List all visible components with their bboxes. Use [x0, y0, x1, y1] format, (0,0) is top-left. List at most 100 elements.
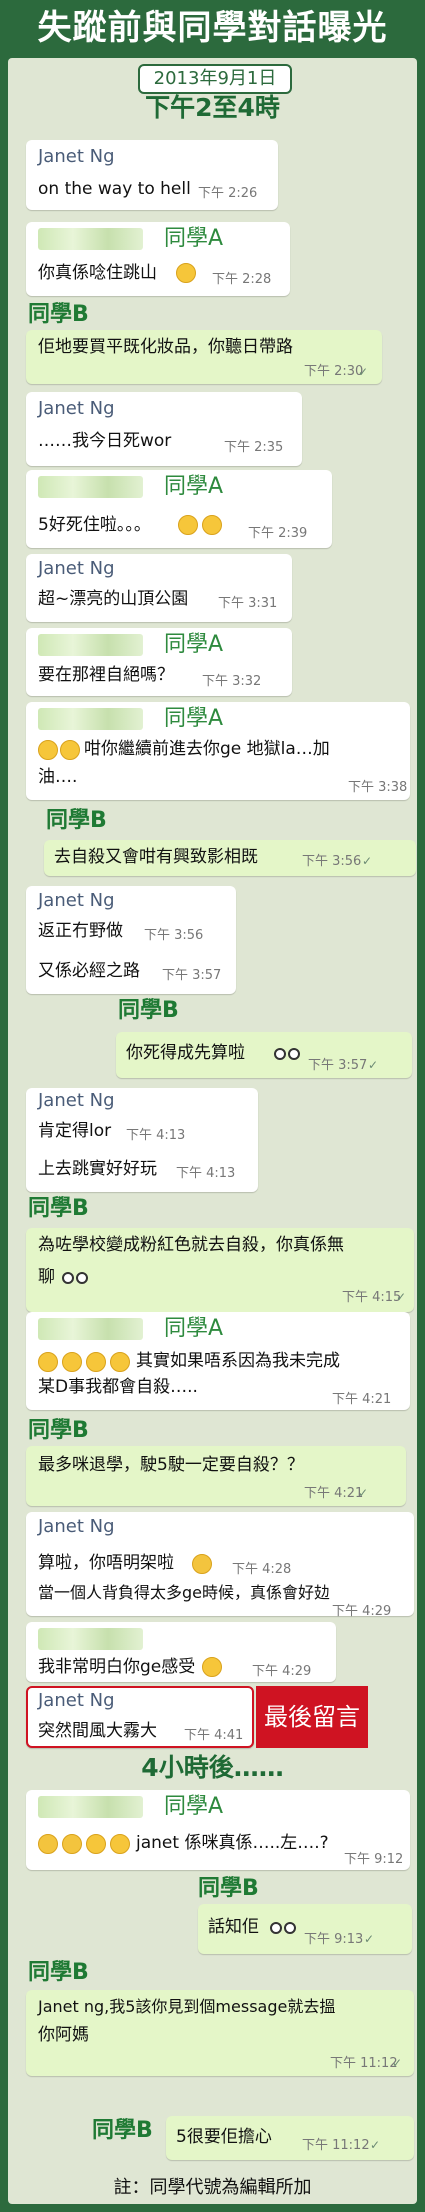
message-text: 超~漂亮的山頂公園 [38, 589, 189, 609]
message-text: 要在那裡自絕嗎？ [38, 665, 174, 685]
message-text: 我非常明白你ge感受 [38, 1657, 196, 1677]
message-bubble: Janet Ng 肯定得lor 下午 4:13 上去跳實好好玩 下午 4:13 [26, 1088, 258, 1192]
message-time: 下午 3:31 [218, 596, 278, 611]
blurred-name [38, 476, 143, 498]
eyes-icon [76, 1272, 88, 1284]
eyes-icon [284, 1922, 296, 1934]
sweat-face-icon [60, 740, 80, 760]
header-bar: 失蹤前與同學對話曝光 [0, 0, 425, 62]
message-time: 下午 3:56 [302, 854, 362, 869]
message-time: 下午 2:39 [248, 526, 308, 541]
message-time: 下午 4:29 [252, 1664, 312, 1679]
news-graphic: 失蹤前與同學對話曝光 2013年9月1日 下午2至4時 Janet Ng on … [0, 0, 425, 2212]
message-text: 算啦，你唔明架啦 [38, 1553, 174, 1573]
message-time: 下午 2:35 [224, 440, 284, 455]
page-title: 失蹤前與同學對話曝光 [37, 8, 388, 48]
message-time: 下午 3:32 [202, 674, 262, 689]
later-banner: 4小時後…… [141, 1753, 284, 1782]
read-check-icon: ✓ [392, 2056, 403, 2070]
read-check-icon: ✓ [362, 854, 373, 868]
message-bubble: Janet Ng 超~漂亮的山頂公園 下午 3:31 [26, 554, 292, 622]
message-bubble: Janet Ng 返正冇野做 下午 3:56 又係必經之路 下午 3:57 [26, 886, 236, 994]
sender-name: 同學B [92, 2118, 153, 2143]
blurred-name [38, 228, 143, 250]
message-time: 下午 2:30 [304, 364, 364, 379]
message-bubble: 同學A 其實如果唔系因為我未完成 某D事我都會自殺….. 下午 4:21 [26, 1312, 410, 1410]
last-message-callout: 最後留言 [256, 1686, 368, 1748]
last-message-bubble: Janet Ng 突然間風大霧大 下午 4:41 [26, 1686, 254, 1748]
message-time: 下午 4:21 [332, 1392, 392, 1407]
sender-name: 同學A [164, 474, 224, 499]
sweat-face-icon [86, 1834, 106, 1854]
message-bubble: Janet Ng ……我今日死wor 下午 2:35 [26, 392, 302, 466]
message-bubble: 最多咪退學，駛5駛一定要自殺？？ 下午 4:21 ✓ [26, 1446, 406, 1506]
message-time: 下午 11:12 [330, 2056, 398, 2071]
message-text: 去自殺又會咁有興致影相既 [54, 847, 258, 867]
message-bubble: 5很要佢擔心 下午 11:12 ✓ [166, 2116, 414, 2160]
message-text: 5好死住啦。。。 [38, 515, 151, 535]
eyes-icon [274, 1048, 286, 1060]
sender-name: 同學B [28, 1418, 89, 1443]
eyes-icon [288, 1048, 300, 1060]
sender-name: 同學B [46, 808, 107, 833]
sender-name: 同學A [164, 1316, 224, 1341]
blurred-name [38, 1796, 143, 1818]
message-text: 突然間風大霧大 [38, 1721, 157, 1741]
sweat-face-icon [178, 515, 198, 535]
sweat-face-icon [86, 1352, 106, 1372]
message-text: 你真係唸住跳山 [38, 263, 157, 283]
message-bubble: 同學A 咁你繼續前進去你ge 地獄la…加 油…. 下午 3:38 [26, 702, 410, 800]
message-text: 佢地要買平既化妝品，你聽日帶路 [38, 337, 293, 357]
message-text: 某D事我都會自殺….. [38, 1377, 198, 1397]
message-text: 上去跳實好好玩 [38, 1159, 157, 1179]
message-text: ……我今日死wor [38, 431, 172, 451]
message-bubble: 你死得成先算啦 下午 3:57 ✓ [116, 1032, 412, 1078]
message-time: 下午 3:38 [348, 780, 408, 795]
grin-face-icon [62, 1834, 82, 1854]
message-bubble: 同學A 要在那裡自絕嗎？ 下午 3:32 [26, 628, 292, 696]
sender-name: 同學B [198, 1876, 259, 1901]
read-check-icon: ✓ [370, 2138, 381, 2152]
sender-name: 同學A [164, 226, 224, 251]
message-text: 你死得成先算啦 [126, 1043, 245, 1063]
message-time: 下午 9:12 [344, 1852, 404, 1867]
message-time: 下午 3:57 [162, 968, 222, 983]
message-time: 下午 4:21 [304, 1486, 364, 1501]
sweat-face-icon [38, 1352, 58, 1372]
message-bubble: 佢地要買平既化妝品，你聽日帶路 下午 2:30 ✓ [26, 330, 382, 384]
sender-name: 同學B [28, 1960, 89, 1985]
message-text: 肯定得lor [38, 1121, 112, 1141]
blurred-name [38, 1318, 143, 1340]
message-bubble: 同學A janet 係咪真係…..左….? 下午 9:12 [26, 1790, 410, 1870]
worried-face-icon [176, 263, 196, 283]
message-text: 返正冇野做 [38, 921, 123, 941]
message-text: 最多咪退學，駛5駛一定要自殺？？ [38, 1455, 304, 1475]
sender-name: 同學A [164, 706, 224, 731]
message-time: 下午 4:13 [126, 1128, 186, 1143]
pensive-face-icon [202, 1657, 222, 1677]
time-banner: 下午2至4時 [145, 93, 280, 122]
sender-name: 同學B [28, 1196, 89, 1221]
message-text: janet 係咪真係…..左….? [136, 1833, 329, 1853]
read-check-icon: ✓ [364, 1932, 375, 1946]
message-time: 下午 4:29 [332, 1604, 392, 1619]
footnote: 註：同學代號為編輯所加 [113, 2177, 312, 2198]
message-text: 油…. [38, 767, 78, 787]
message-bubble: 去自殺又會咁有興致影相既 下午 3:56 ✓ [44, 840, 416, 876]
message-text: 當一個人背負得太多ge時候，真係會好攰 [38, 1583, 331, 1602]
read-check-icon: ✓ [358, 1486, 369, 1500]
message-bubble: Janet Ng 算啦，你唔明架啦 下午 4:28 當一個人背負得太多ge時候，… [26, 1512, 414, 1619]
message-text: 聊 [38, 1267, 55, 1287]
sender-name: 同學A [164, 1794, 224, 1819]
message-text: on the way to hell [38, 179, 191, 199]
sender-name: Janet Ng [38, 1090, 115, 1111]
message-time: 下午 4:28 [232, 1562, 292, 1577]
sweat-face-icon [38, 740, 58, 760]
read-check-icon: ✓ [368, 1058, 379, 1072]
fearful-face-icon [110, 1834, 130, 1854]
message-text: 為咗學校變成粉紅色就去自殺，你真係無 [38, 1235, 344, 1255]
sender-name: Janet Ng [38, 398, 115, 419]
read-check-icon: ✓ [396, 1290, 407, 1304]
blurred-name [38, 1628, 143, 1650]
message-bubble: 我非常明白你ge感受 下午 4:29 [26, 1622, 336, 1682]
